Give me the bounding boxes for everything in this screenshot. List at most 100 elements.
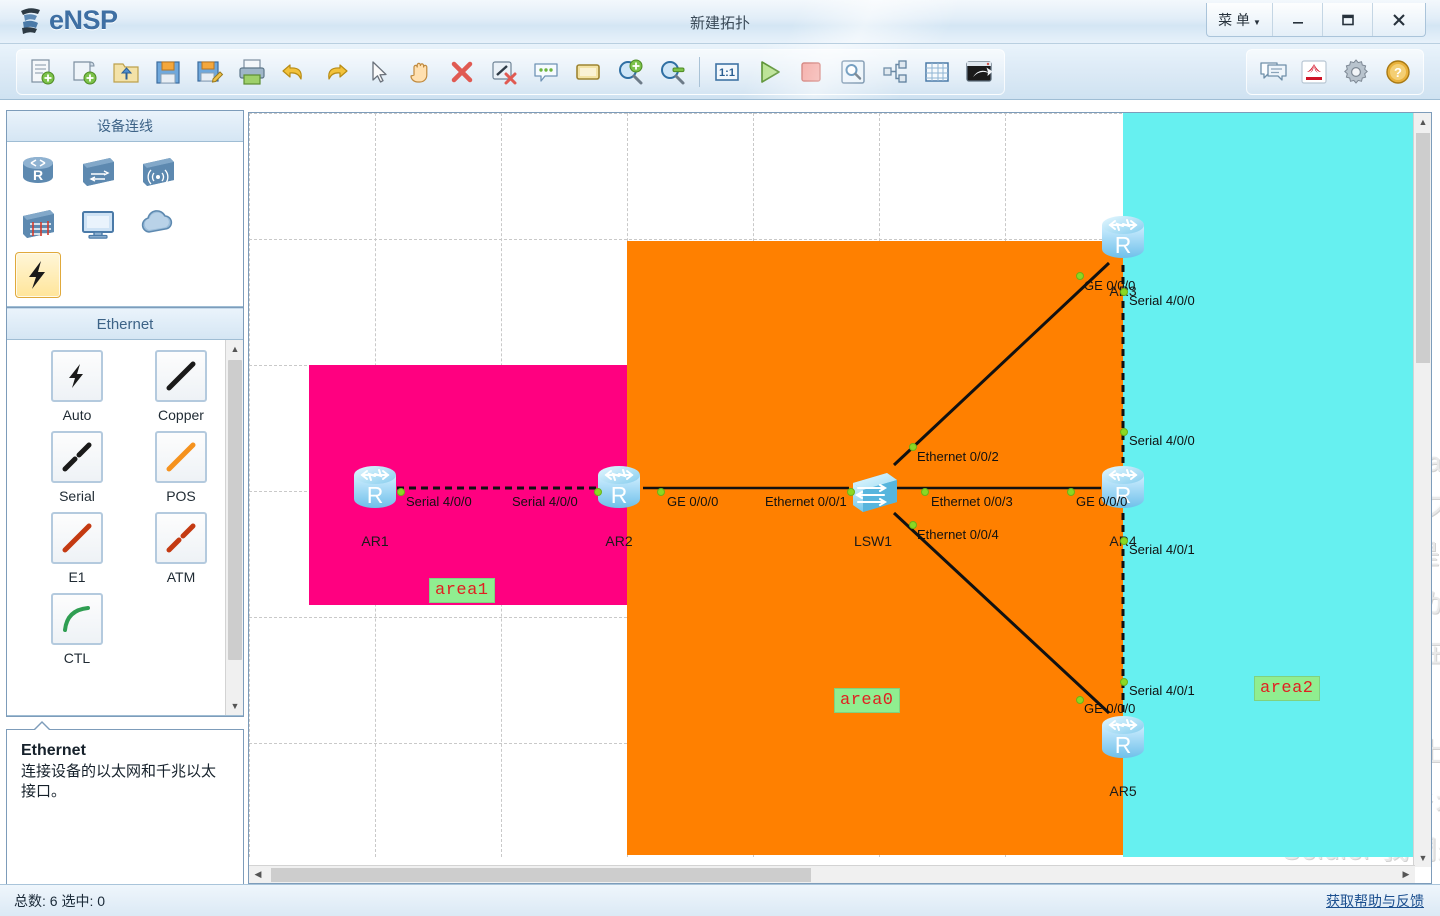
scroll-up-icon[interactable]: ▲ <box>226 340 243 358</box>
serial-link-icon[interactable] <box>51 431 103 483</box>
topology-canvas[interactable]: R AR1 R AR2 LSW1 R R R AR5 Serial 4/0/0 … <box>249 113 1417 857</box>
node-label: AR1 <box>361 533 389 549</box>
auto-link-icon[interactable] <box>51 350 103 402</box>
router-icon[interactable]: R <box>1094 709 1152 767</box>
canvas-scroll-up-icon[interactable]: ▲ <box>1414 113 1431 131</box>
canvas-horizontal-scrollbar[interactable]: ◀ ▶ <box>249 865 1415 883</box>
toolbar-right-group: ? <box>1246 49 1424 95</box>
title-bar: eNSP 新建拓扑 菜 单 ▼ <box>0 0 1440 44</box>
port-status-dot <box>921 488 929 496</box>
canvas-scroll-down-icon[interactable]: ▼ <box>1414 849 1431 867</box>
port-status-dot <box>1120 428 1128 436</box>
link-type-copper[interactable]: Copper <box>129 350 233 423</box>
minimize-button[interactable] <box>1273 3 1323 36</box>
port-label: Ethernet 0/0/3 <box>931 494 1013 509</box>
port-label: Serial 4/0/1 <box>1129 683 1195 698</box>
link-type-ctl[interactable]: CTL <box>25 593 129 666</box>
undo-icon[interactable] <box>273 53 315 91</box>
port-label: Ethernet 0/0/2 <box>917 449 999 464</box>
help-question-icon[interactable]: ? <box>1377 53 1419 91</box>
tooltip-title: Ethernet <box>21 742 86 759</box>
topology-canvas-frame[interactable]: R AR1 R AR2 LSW1 R R R AR5 Serial 4/0/0 … <box>248 112 1432 884</box>
zoom-reset-icon[interactable]: 1:1 <box>706 53 748 91</box>
atm-link-icon[interactable] <box>155 512 207 564</box>
new-device-icon[interactable] <box>63 53 105 91</box>
node-label: AR5 <box>1109 783 1137 799</box>
ctl-link-icon[interactable] <box>51 593 103 645</box>
stop-all-icon[interactable] <box>790 53 832 91</box>
link-device-button[interactable] <box>15 252 61 298</box>
delete-icon[interactable] <box>441 53 483 91</box>
canvas-hscroll-thumb[interactable] <box>271 868 811 882</box>
left-sidebar: 设备连线 R Ethernet Auto Copper Serial POS E… <box>6 110 244 889</box>
new-topology-icon[interactable] <box>21 53 63 91</box>
delete-link-icon[interactable] <box>483 53 525 91</box>
scrollbar-thumb[interactable] <box>228 360 242 660</box>
device-button-tray: R <box>7 142 243 307</box>
link-type-atm[interactable]: ATM <box>129 512 233 585</box>
cloud-device-button[interactable] <box>135 200 181 246</box>
area-label-area2[interactable]: area2 <box>1254 676 1320 701</box>
zoom-out-icon[interactable] <box>651 53 693 91</box>
add-note-icon[interactable] <box>525 53 567 91</box>
start-all-icon[interactable] <box>748 53 790 91</box>
canvas-scroll-right-icon[interactable]: ▶ <box>1397 866 1415 883</box>
link-type-serial[interactable]: Serial <box>25 431 129 504</box>
pos-link-icon[interactable] <box>155 431 207 483</box>
canvas-vertical-scrollbar[interactable]: ▲ ▼ <box>1413 113 1431 867</box>
router-icon[interactable]: R <box>346 459 404 517</box>
link-type-e1[interactable]: E1 <box>25 512 129 585</box>
port-status-dot <box>397 488 405 496</box>
svg-text:R: R <box>1115 732 1132 758</box>
port-status-dot <box>1120 678 1128 686</box>
canvas-scroll-left-icon[interactable]: ◀ <box>249 866 267 883</box>
canvas-vscroll-thumb[interactable] <box>1416 133 1430 363</box>
e1-link-icon[interactable] <box>51 512 103 564</box>
router-icon[interactable]: R <box>1094 209 1152 267</box>
select-pointer-icon[interactable] <box>357 53 399 91</box>
huawei-logo-icon[interactable] <box>1293 53 1335 91</box>
firewall-device-button[interactable] <box>15 200 61 246</box>
status-device-count: 总数: 6 选中: 0 <box>14 892 106 909</box>
open-folder-icon[interactable] <box>105 53 147 91</box>
port-label: Serial 4/0/0 <box>1129 293 1195 308</box>
port-label: GE 0/0/0 <box>1076 494 1128 509</box>
link-type-auto[interactable]: Auto <box>25 350 129 423</box>
print-icon[interactable] <box>231 53 273 91</box>
grid-line-vertical <box>249 113 250 857</box>
save-icon[interactable] <box>147 53 189 91</box>
close-button[interactable] <box>1373 3 1425 36</box>
area-label-area1[interactable]: area1 <box>429 578 495 603</box>
topology-tree-icon[interactable] <box>874 53 916 91</box>
maximize-button[interactable] <box>1323 3 1373 36</box>
toolbar-left-group: 1:1 <box>16 49 1005 95</box>
area-label-area0[interactable]: area0 <box>834 688 900 713</box>
zoom-in-icon[interactable] <box>609 53 651 91</box>
switch-device-button[interactable] <box>75 148 121 194</box>
node-label: LSW1 <box>853 533 893 549</box>
router-device-button[interactable]: R <box>15 148 61 194</box>
settings-gear-icon[interactable] <box>1335 53 1377 91</box>
help-feedback-link[interactable]: 获取帮助与反馈 <box>1326 891 1424 911</box>
svg-text:R: R <box>33 167 43 183</box>
grid-icon[interactable] <box>916 53 958 91</box>
add-shape-icon[interactable] <box>567 53 609 91</box>
link-list-scrollbar[interactable]: ▲ ▼ <box>225 340 243 715</box>
save-as-icon[interactable] <box>189 53 231 91</box>
menu-button[interactable]: 菜 单 ▼ <box>1207 3 1273 36</box>
redo-icon[interactable] <box>315 53 357 91</box>
ensp-main-window: eNSP 新建拓扑 菜 单 ▼ 1:1 ? 设备连线 R Ethernet Au… <box>0 0 1440 916</box>
port-status-dot <box>594 488 602 496</box>
link-type-label: ATM <box>166 569 196 585</box>
wlan-device-button[interactable] <box>135 148 181 194</box>
endpoint-device-button[interactable] <box>75 200 121 246</box>
capture-packet-icon[interactable] <box>832 53 874 91</box>
feedback-balloon-icon[interactable] <box>1251 53 1293 91</box>
link-type-pos[interactable]: POS <box>129 431 233 504</box>
link-palette-header: Ethernet <box>7 308 243 340</box>
console-icon[interactable] <box>958 53 1000 91</box>
hand-pan-icon[interactable] <box>399 53 441 91</box>
scroll-down-icon[interactable]: ▼ <box>226 697 243 715</box>
canvas-hscroll-track[interactable] <box>267 866 1397 883</box>
copper-link-icon[interactable] <box>155 350 207 402</box>
